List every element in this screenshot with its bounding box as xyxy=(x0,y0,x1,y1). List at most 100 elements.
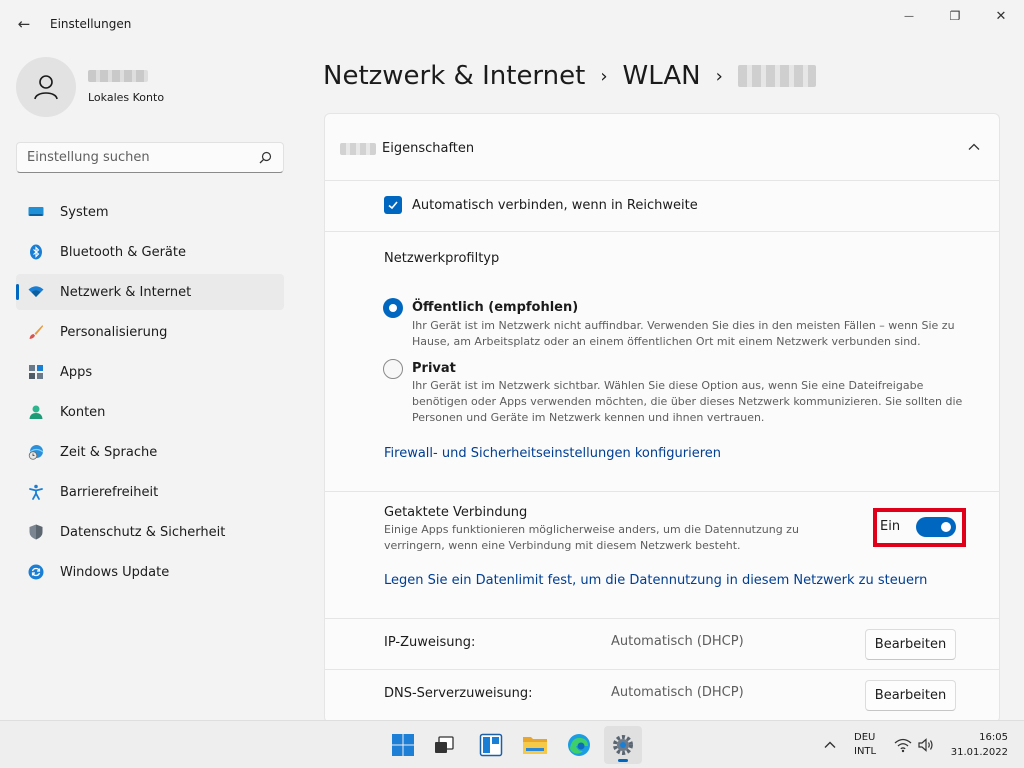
toggle-knob xyxy=(941,522,951,532)
checkmark-icon xyxy=(388,201,398,210)
edit-ip-button[interactable]: Bearbeiten xyxy=(865,629,956,660)
search-input[interactable] xyxy=(27,143,247,172)
metered-toggle[interactable] xyxy=(916,517,956,537)
wifi-icon xyxy=(28,284,44,300)
private-description: Ihr Gerät ist im Netzwerk sichtbar. Wähl… xyxy=(412,379,963,424)
shield-icon xyxy=(28,524,44,540)
back-arrow-icon: ← xyxy=(17,15,31,33)
clock-time: 16:05 xyxy=(979,732,1008,743)
network-name-redacted xyxy=(340,143,376,155)
input-language[interactable]: DEU INTL xyxy=(854,731,876,759)
file-explorer-icon xyxy=(523,737,547,754)
account-icon xyxy=(28,404,44,420)
accessibility-icon xyxy=(28,484,44,500)
sidebar-item-label: Zeit & Sprache xyxy=(60,445,158,460)
widgets-button[interactable] xyxy=(472,726,510,764)
title-bar: ← Einstellungen — ❐ ✕ xyxy=(0,0,1024,48)
sidebar-item-privacy[interactable]: Datenschutz & Sicherheit xyxy=(16,514,284,550)
breadcrumb-network-internet[interactable]: Netzwerk & Internet xyxy=(323,61,585,91)
chevron-up-icon[interactable] xyxy=(822,737,838,753)
sidebar-item-bluetooth[interactable]: Bluetooth & Geräte xyxy=(16,234,284,270)
start-button[interactable] xyxy=(384,726,422,764)
language-code: DEU xyxy=(854,732,876,743)
ip-assignment-value: Automatisch (DHCP) xyxy=(611,634,744,649)
chevron-right-icon: › xyxy=(600,65,608,87)
file-explorer-button[interactable] xyxy=(516,726,554,764)
start-icon xyxy=(392,734,414,756)
sidebar-item-label: Konten xyxy=(60,405,106,420)
sidebar-item-network[interactable]: Netzwerk & Internet xyxy=(16,274,284,310)
sidebar-item-label: Bluetooth & Geräte xyxy=(60,245,186,260)
properties-card: Eigenschaften Automatisch verbinden, wen… xyxy=(324,113,1000,723)
data-limit-link[interactable]: Legen Sie ein Datenlimit fest, um die Da… xyxy=(384,573,927,588)
profile-type-title: Netzwerkprofiltyp xyxy=(384,251,500,266)
network-name-redacted xyxy=(737,65,816,87)
close-icon: ✕ xyxy=(995,8,1007,24)
minimize-icon: — xyxy=(904,10,914,22)
auto-connect-checkbox[interactable] xyxy=(384,196,402,214)
restore-icon: ❐ xyxy=(949,9,961,23)
sidebar-item-windows-update[interactable]: Windows Update xyxy=(16,554,284,590)
chevron-up-icon[interactable] xyxy=(967,140,981,154)
time-language-icon xyxy=(28,444,44,460)
sidebar-item-label: Netzwerk & Internet xyxy=(60,285,192,300)
account-type: Lokales Konto xyxy=(88,91,165,104)
update-icon xyxy=(28,564,44,580)
chevron-right-icon: › xyxy=(715,65,723,87)
properties-title: Eigenschaften xyxy=(382,141,475,156)
sidebar-item-label: System xyxy=(60,205,109,220)
sidebar-item-label: Barrierefreiheit xyxy=(60,485,159,500)
settings-icon xyxy=(613,735,633,755)
apps-icon xyxy=(28,364,44,380)
breadcrumb: Netzwerk & Internet › WLAN › xyxy=(323,58,816,94)
ip-assignment-label: IP-Zuweisung: xyxy=(384,635,476,650)
sidebar-item-time-language[interactable]: Zeit & Sprache xyxy=(16,434,284,470)
properties-header[interactable]: Eigenschaften xyxy=(325,114,999,181)
sidebar-nav: System Bluetooth & Geräte Netzwerk & Int… xyxy=(16,194,284,594)
clock-date: 31.01.2022 xyxy=(950,747,1008,758)
sidebar-item-apps[interactable]: Apps xyxy=(16,354,284,390)
maximize-button[interactable]: ❐ xyxy=(932,0,978,32)
edge-icon xyxy=(568,734,590,756)
sidebar-item-label: Personalisierung xyxy=(60,325,168,340)
search-box[interactable] xyxy=(16,142,284,173)
close-button[interactable]: ✕ xyxy=(978,0,1024,32)
volume-icon[interactable] xyxy=(917,737,935,753)
sidebar-item-label: Apps xyxy=(60,365,93,380)
metered-toggle-state: Ein xyxy=(880,519,901,534)
avatar[interactable] xyxy=(16,57,76,117)
widgets-icon xyxy=(479,733,503,757)
sidebar-item-personalization[interactable]: Personalisierung xyxy=(16,314,284,350)
auto-connect-label: Automatisch verbinden, wenn in Reichweit… xyxy=(412,198,698,213)
active-app-indicator xyxy=(618,759,628,762)
user-icon xyxy=(34,75,58,100)
sidebar-item-accounts[interactable]: Konten xyxy=(16,394,284,430)
back-button[interactable]: ← xyxy=(12,10,36,38)
public-radio[interactable] xyxy=(383,298,403,318)
minimize-button[interactable]: — xyxy=(886,0,932,32)
system-icon xyxy=(28,204,44,220)
private-radio[interactable] xyxy=(383,359,403,379)
metered-description: Einige Apps funktionieren möglicherweise… xyxy=(384,523,799,552)
settings-button[interactable] xyxy=(604,726,642,764)
clock[interactable]: 16:05 31.01.2022 xyxy=(944,730,1008,760)
sidebar-item-system[interactable]: System xyxy=(16,194,284,230)
sidebar-item-accessibility[interactable]: Barrierefreiheit xyxy=(16,474,284,510)
taskbar: DEU INTL 16:05 31.01.2022 xyxy=(0,720,1024,768)
task-view-button[interactable] xyxy=(425,726,463,764)
firewall-link[interactable]: Firewall- und Sicherheitseinstellungen k… xyxy=(384,446,721,461)
bluetooth-icon xyxy=(28,244,44,260)
breadcrumb-wlan[interactable]: WLAN xyxy=(623,61,701,91)
metered-title: Getaktete Verbindung xyxy=(384,505,528,520)
edge-button[interactable] xyxy=(560,726,598,764)
sidebar-item-label: Datenschutz & Sicherheit xyxy=(60,525,226,540)
sidebar-item-label: Windows Update xyxy=(60,565,170,580)
dns-assignment-label: DNS-Serverzuweisung: xyxy=(384,686,533,701)
wifi-status-icon[interactable] xyxy=(894,737,912,753)
private-title: Privat xyxy=(412,361,456,376)
app-title: Einstellungen xyxy=(50,17,132,31)
search-icon[interactable] xyxy=(257,150,273,166)
dns-assignment-value: Automatisch (DHCP) xyxy=(611,685,744,700)
user-name-redacted xyxy=(88,70,148,82)
edit-dns-button[interactable]: Bearbeiten xyxy=(865,680,956,711)
